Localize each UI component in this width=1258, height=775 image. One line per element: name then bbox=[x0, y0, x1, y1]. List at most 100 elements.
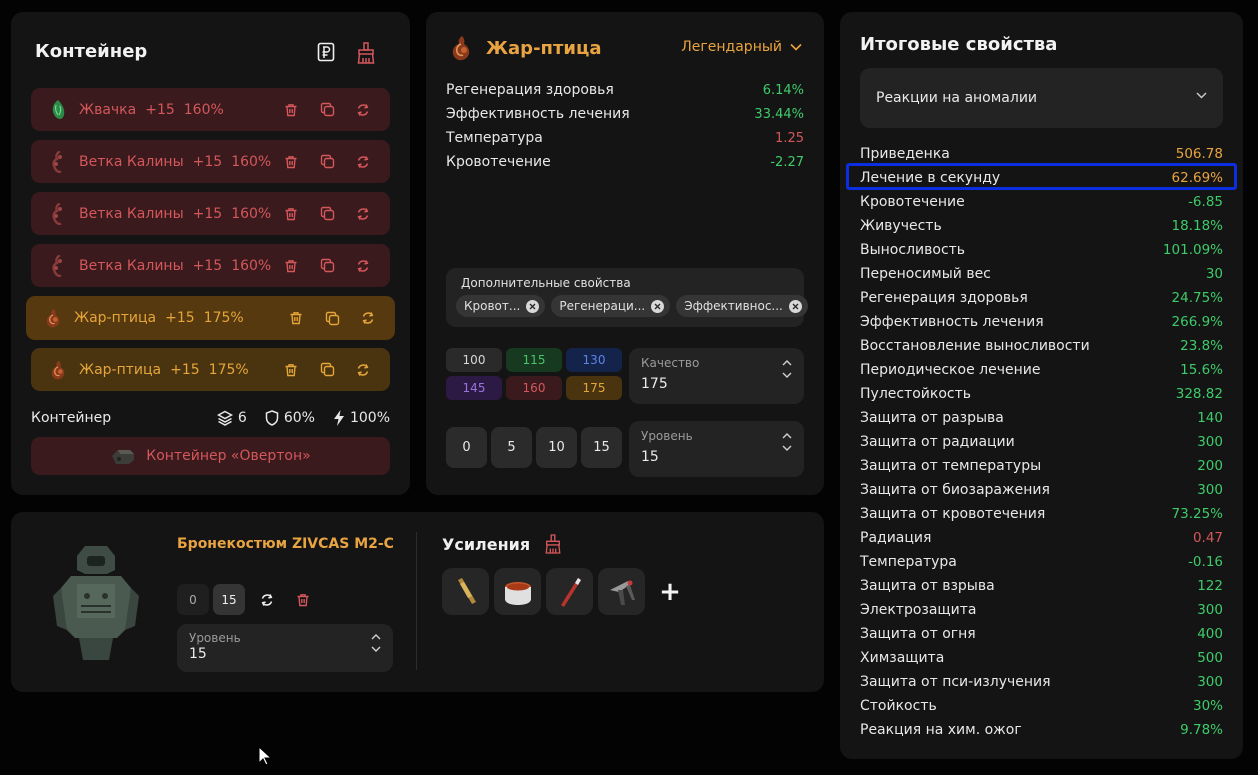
chevron-up-icon[interactable] bbox=[371, 634, 381, 640]
artifact-panel: Жар-птица Легендарный Регенерация здоров… bbox=[426, 12, 824, 495]
summary-stat-row: Восстановление выносливости 23.8% bbox=[860, 334, 1223, 358]
summary-category-select[interactable]: Реакции на аномалии bbox=[860, 68, 1223, 128]
slot-artifact-name: Жар-птица bbox=[74, 310, 157, 326]
boost-slot[interactable] bbox=[442, 568, 489, 615]
level-preset-button[interactable]: 5 bbox=[491, 427, 532, 468]
container-slot[interactable]: Жвачка +15 160% bbox=[31, 88, 390, 131]
chevron-down-icon[interactable] bbox=[782, 445, 792, 451]
stat-label: Эффективность лечения bbox=[860, 314, 1044, 330]
copy-icon[interactable] bbox=[318, 361, 336, 379]
broom-icon[interactable] bbox=[544, 534, 562, 554]
quality-preset-button[interactable]: 160 bbox=[506, 376, 562, 400]
footer-label: Контейнер bbox=[31, 410, 112, 426]
chevron-down-icon[interactable] bbox=[371, 646, 381, 652]
stat-label: Восстановление выносливости bbox=[860, 338, 1090, 354]
trash-icon[interactable] bbox=[282, 205, 300, 223]
container-select-button[interactable]: Контейнер «Овертон» bbox=[31, 437, 390, 475]
summary-stat-row: Химзащита 500 bbox=[860, 646, 1223, 670]
property-value: 1.25 bbox=[775, 130, 804, 146]
boost-slot[interactable] bbox=[494, 568, 541, 615]
summary-stat-row: Электрозащита 300 bbox=[860, 598, 1223, 622]
swap-icon[interactable] bbox=[354, 361, 372, 379]
container-slot[interactable]: Жар-птица +15 175% bbox=[31, 348, 390, 391]
level-preset-button[interactable]: 15 bbox=[581, 427, 622, 468]
battery-boost-icon bbox=[450, 576, 482, 608]
summary-stat-row: Защита от взрыва 122 bbox=[860, 574, 1223, 598]
boost-slot[interactable] bbox=[598, 568, 645, 615]
refresh-icon[interactable] bbox=[253, 584, 281, 615]
container-slot[interactable]: Жар-птица +15 175% bbox=[26, 296, 395, 340]
armor-level-field[interactable]: Уровень 15 bbox=[177, 624, 393, 672]
container-slot[interactable]: Ветка Калины +15 160% bbox=[31, 140, 390, 183]
summary-stat-row: Стойкость 30% bbox=[860, 694, 1223, 718]
artifact-name: Жар-птица bbox=[486, 37, 602, 59]
armor-level-controls: 0 15 bbox=[177, 584, 317, 615]
copy-icon[interactable] bbox=[318, 257, 336, 275]
stat-label: Переносимый вес bbox=[860, 266, 991, 282]
quality-preset-button[interactable]: 115 bbox=[506, 348, 562, 372]
broom-icon[interactable] bbox=[355, 42, 377, 64]
container-slot[interactable]: Ветка Калины +15 160% bbox=[31, 244, 390, 287]
level-field[interactable]: Уровень 15 bbox=[629, 421, 804, 477]
quality-preset-button[interactable]: 145 bbox=[446, 376, 502, 400]
stat-label: Химзащита bbox=[860, 650, 945, 666]
slot-artifact-name: Жар-птица bbox=[79, 361, 162, 378]
ruble-icon[interactable] bbox=[316, 42, 336, 62]
chevron-down-icon bbox=[1196, 92, 1207, 99]
stat-label: Стойкость bbox=[860, 698, 937, 714]
stat-value: 300 bbox=[1197, 482, 1223, 498]
stat-label: Регенерация здоровья bbox=[860, 290, 1028, 306]
rarity-dropdown[interactable]: Легендарный bbox=[681, 39, 802, 55]
slot-quality: 175% bbox=[203, 310, 244, 326]
armor-level-max-button[interactable]: 15 bbox=[213, 584, 245, 615]
artifact-branch-icon bbox=[45, 253, 71, 279]
trash-icon[interactable] bbox=[287, 309, 305, 327]
quality-field[interactable]: Качество 175 bbox=[629, 348, 804, 404]
trash-icon[interactable] bbox=[282, 361, 300, 379]
swap-icon[interactable] bbox=[354, 257, 372, 275]
trash-icon[interactable] bbox=[282, 101, 300, 119]
chevron-down-icon[interactable] bbox=[782, 372, 792, 378]
copy-icon[interactable] bbox=[318, 153, 336, 171]
copy-icon[interactable] bbox=[318, 205, 336, 223]
artifact-firebird-icon bbox=[45, 357, 71, 383]
summary-stat-row: Температура -0.16 bbox=[860, 550, 1223, 574]
summary-category-value: Реакции на аномалии bbox=[876, 90, 1038, 106]
protection-value: 60% bbox=[283, 410, 315, 426]
summary-stat-row: Защита от огня 400 bbox=[860, 622, 1223, 646]
copy-icon[interactable] bbox=[318, 101, 336, 119]
boost-slot[interactable] bbox=[546, 568, 593, 615]
trash-icon[interactable] bbox=[289, 584, 317, 615]
quality-preset-button[interactable]: 130 bbox=[566, 348, 622, 372]
swap-icon[interactable] bbox=[354, 205, 372, 223]
close-icon[interactable] bbox=[788, 299, 802, 313]
quality-preset-button[interactable]: 100 bbox=[446, 348, 502, 372]
copy-icon[interactable] bbox=[323, 309, 341, 327]
swap-icon[interactable] bbox=[359, 309, 377, 327]
extra-properties: Дополнительные свойства Кровот... Регенер… bbox=[446, 268, 808, 327]
chevron-up-icon[interactable] bbox=[782, 360, 792, 366]
level-preset-button[interactable]: 0 bbox=[446, 427, 487, 468]
add-boost-button[interactable]: + bbox=[650, 568, 690, 615]
lightning-icon bbox=[333, 410, 345, 426]
trash-icon[interactable] bbox=[282, 153, 300, 171]
level-preset-button[interactable]: 10 bbox=[536, 427, 577, 468]
swap-icon[interactable] bbox=[354, 153, 372, 171]
container-slot[interactable]: Ветка Калины +15 160% bbox=[31, 192, 390, 235]
artifact-branch-icon bbox=[45, 149, 71, 175]
quality-preset-button[interactable]: 175 bbox=[566, 376, 622, 400]
close-icon[interactable] bbox=[651, 299, 665, 313]
layers-icon bbox=[216, 410, 233, 426]
protection-stat: 60% bbox=[265, 410, 315, 426]
container-title: Контейнер bbox=[35, 41, 148, 62]
armor-level-min-button[interactable]: 0 bbox=[177, 584, 209, 615]
slot-level: +15 bbox=[192, 257, 223, 274]
summary-stat-row: Эффективность лечения 266.9% bbox=[860, 310, 1223, 334]
trash-icon[interactable] bbox=[282, 257, 300, 275]
chevron-up-icon[interactable] bbox=[782, 433, 792, 439]
swap-icon[interactable] bbox=[354, 101, 372, 119]
slot-quality: 160% bbox=[231, 205, 272, 222]
slot-artifact-name: Ветка Калины bbox=[79, 257, 184, 274]
close-icon[interactable] bbox=[526, 299, 540, 313]
slots-stat: 6 bbox=[216, 410, 247, 426]
